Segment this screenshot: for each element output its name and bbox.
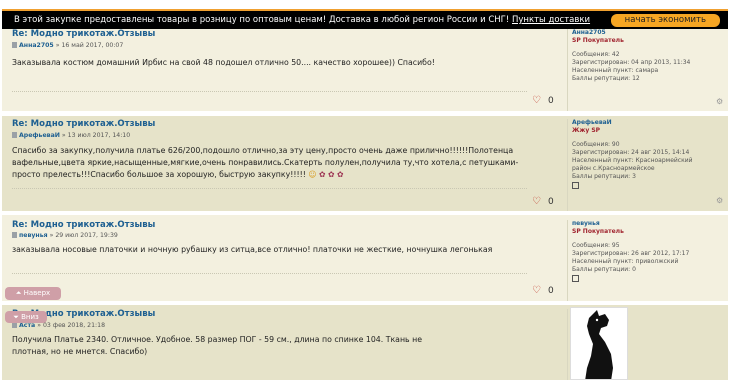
contact-icon[interactable] xyxy=(572,275,579,282)
like-count: 0 xyxy=(548,96,554,106)
post-body: Получила Платье 2340. Отличное. Удобное.… xyxy=(12,335,423,356)
forum-post: Re: Модно трикотаж.Отзывы певунья » 29 и… xyxy=(2,215,728,301)
profile-username[interactable]: Анна2705 xyxy=(572,29,690,37)
heart-icon[interactable]: ♡ xyxy=(532,196,541,207)
profile-registered: Зарегистрирован: 26 авг 2012, 17:17 xyxy=(572,250,690,257)
post-date: » 03 фев 2018, 21:18 xyxy=(37,322,106,329)
like-count: 0 xyxy=(548,286,554,296)
profile-username[interactable]: певунья xyxy=(572,220,689,228)
back-to-top-button[interactable]: ⏶ Наверх xyxy=(5,287,61,300)
cat-silhouette-icon xyxy=(585,310,613,379)
back-to-top-label: Наверх xyxy=(23,289,51,297)
profile-reputation: Баллы репутации: 3 xyxy=(572,173,636,180)
post-author[interactable]: АрефьеваИ xyxy=(19,132,60,139)
profile-messages: Сообщения: 42 xyxy=(572,51,620,58)
post-icon xyxy=(12,42,17,48)
post-author[interactable]: Аста xyxy=(19,322,35,329)
flower-icon: ✿ ✿ ✿ xyxy=(318,170,344,179)
post-meta: Анна2705 » 16 май 2017, 00:07 xyxy=(12,42,123,49)
post-body: заказывала носовые платочки и ночную руб… xyxy=(12,245,493,254)
post-meta: Аста » 03 фев 2018, 21:18 xyxy=(12,322,105,329)
post-author[interactable]: певунья xyxy=(19,232,48,239)
profile-reputation: Баллы репутации: 12 xyxy=(572,75,640,82)
profile-location: Населенный пункт: самара xyxy=(572,67,659,74)
profile-registered: Зарегистрирован: 24 авг 2015, 14:14 xyxy=(572,149,690,156)
post-meta: АрефьеваИ » 13 июл 2017, 14:10 xyxy=(12,132,130,139)
post-title[interactable]: Re: Модно трикотаж.Отзывы xyxy=(12,119,155,129)
scroll-down-label: Вниз xyxy=(21,313,39,321)
profile-rank: Жжу SP xyxy=(572,127,601,134)
post-date: » 29 июл 2017, 19:39 xyxy=(49,232,118,239)
forum-post: Re: Модно трикотаж.Отзывы АрефьеваИ » 13… xyxy=(2,116,728,211)
contact-icon[interactable] xyxy=(572,182,579,189)
post-icon xyxy=(12,232,17,238)
gear-icon[interactable]: ⚙ xyxy=(716,97,723,106)
author-profile: АрефьеваИ Жжу SP Сообщения: 90 Зарегистр… xyxy=(572,119,712,192)
profile-reputation: Баллы репутации: 0 xyxy=(572,266,636,273)
forum-post: Re: Модно трикотаж.Отзывы Анна2705 » 16 … xyxy=(2,29,728,111)
post-body: Заказывала костюм домашний Ирбис на свой… xyxy=(12,58,435,67)
start-saving-button[interactable]: начать экономить xyxy=(610,14,720,27)
post-separator xyxy=(12,273,527,274)
post-date: » 13 июл 2017, 14:10 xyxy=(61,132,131,139)
post-icon xyxy=(12,132,17,138)
heart-icon[interactable]: ♡ xyxy=(532,95,541,106)
profile-registered: Зарегистрирован: 04 апр 2013, 11:34 xyxy=(572,59,691,66)
profile-divider xyxy=(567,29,568,111)
post-separator xyxy=(12,188,527,189)
post-separator xyxy=(12,91,527,92)
post-author[interactable]: Анна2705 xyxy=(19,42,54,49)
heart-icon[interactable]: ♡ xyxy=(532,285,541,296)
post-title[interactable]: Re: Модно трикотаж.Отзывы xyxy=(12,29,155,39)
profile-messages: Сообщения: 95 xyxy=(572,242,620,249)
like-count: 0 xyxy=(548,197,554,207)
delivery-points-link[interactable]: Пункты доставки xyxy=(512,15,590,25)
smile-icon: ☺ xyxy=(308,170,317,179)
profile-username[interactable]: АрефьеваИ xyxy=(572,119,712,127)
author-profile: певунья SP Покупатель Сообщения: 95 Заре… xyxy=(572,220,689,285)
promo-banner: В этой закупке предоставлены товары в ро… xyxy=(2,9,728,29)
scroll-down-button[interactable]: ⏷ Вниз xyxy=(5,311,47,323)
profile-divider xyxy=(567,220,568,301)
post-body: Спасибо за закупку,получила платье 626/2… xyxy=(12,146,519,179)
banner-text: В этой закупке предоставлены товары в ро… xyxy=(14,15,510,25)
author-profile: Анна2705 SP Покупатель Сообщения: 42 Зар… xyxy=(572,29,690,83)
post-title[interactable]: Re: Модно трикотаж.Отзывы xyxy=(12,220,155,230)
post-meta: певунья » 29 июл 2017, 19:39 xyxy=(12,232,118,239)
profile-rank: SP Покупатель xyxy=(572,228,624,235)
profile-divider xyxy=(567,309,568,380)
gear-icon[interactable]: ⚙ xyxy=(716,196,723,205)
profile-location: Населенный пункт: приволжский xyxy=(572,258,679,265)
avatar[interactable] xyxy=(570,307,628,380)
profile-divider xyxy=(567,119,568,211)
profile-location: Населенный пункт: Красноармейский район … xyxy=(572,157,693,172)
profile-rank: SP Покупатель xyxy=(572,37,624,44)
profile-messages: Сообщения: 90 xyxy=(572,141,620,148)
post-date: » 16 май 2017, 00:07 xyxy=(55,42,124,49)
